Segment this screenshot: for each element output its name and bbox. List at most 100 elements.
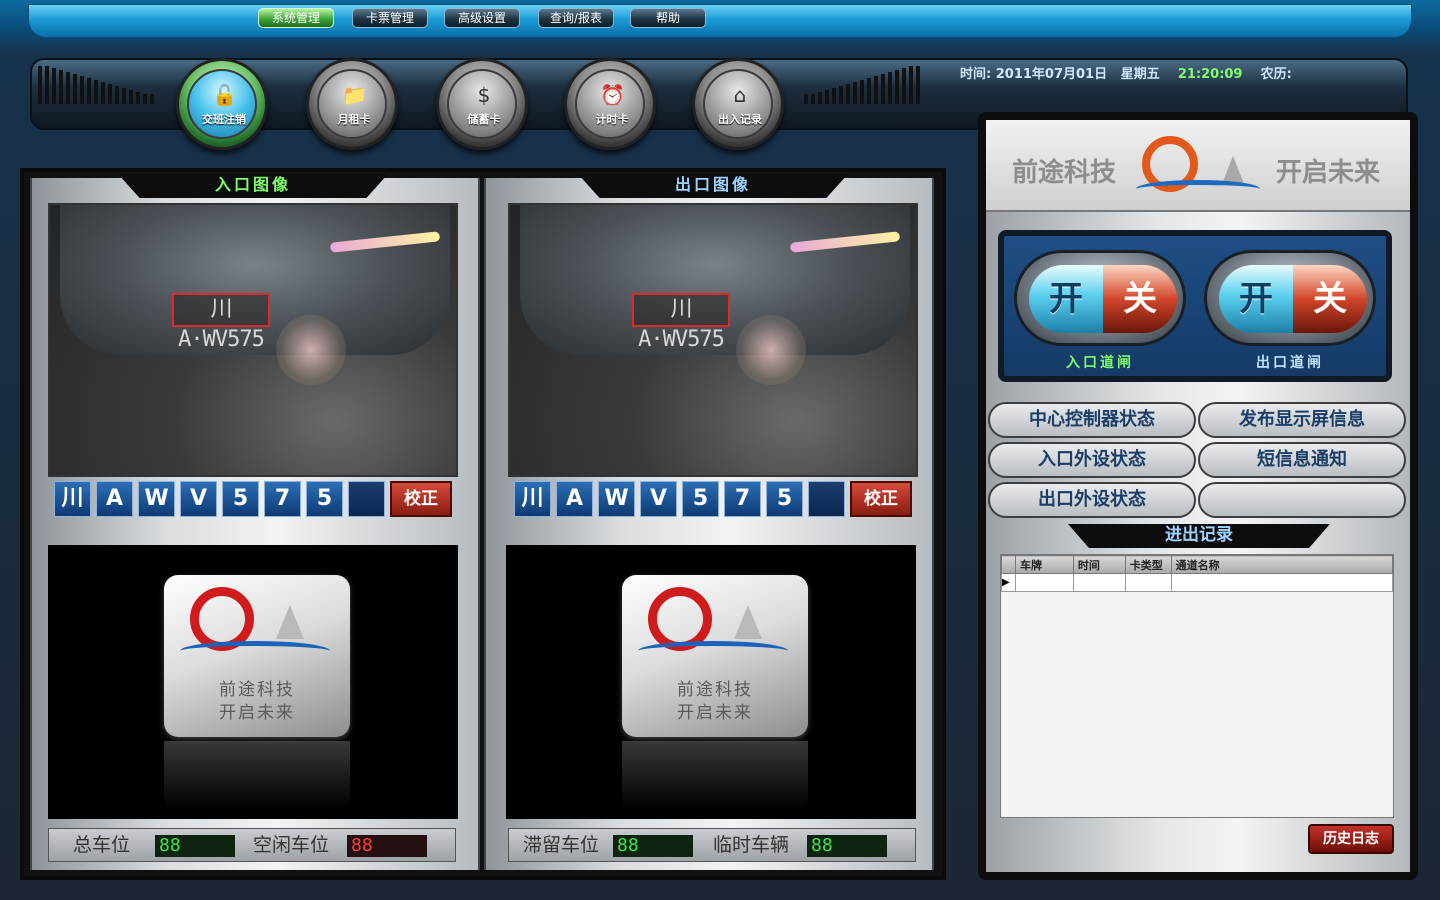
- folder-icon: 📁: [342, 83, 367, 107]
- column-card-type[interactable]: 卡类型: [1124, 555, 1172, 574]
- menu-system[interactable]: 系统管理: [258, 8, 334, 28]
- money-icon: $: [477, 83, 491, 107]
- button-face: 📁 月租卡: [317, 69, 387, 139]
- exit-camera-view: 川A·WV575: [508, 203, 918, 477]
- publish-display-info-button[interactable]: 发布显示屏信息: [1198, 402, 1406, 438]
- center-controller-status-button[interactable]: 中心控制器状态: [988, 402, 1196, 438]
- button-face: ⌂ 出入记录: [703, 69, 773, 139]
- plate-char[interactable]: 7: [264, 481, 301, 517]
- detected-plate-box: 川A·WV575: [632, 293, 730, 352]
- access-records-button[interactable]: ⌂ 出入记录: [692, 58, 784, 150]
- menu-help[interactable]: 帮助: [630, 8, 706, 28]
- table-row[interactable]: ▶: [1001, 573, 1394, 592]
- entry-gate-close-button[interactable]: 关: [1103, 265, 1177, 333]
- right-equalizer-decor: [804, 66, 923, 116]
- left-equalizer-decor: [38, 66, 157, 116]
- button-face: 🔓 交班注销: [187, 69, 257, 139]
- blank-control-button[interactable]: [1198, 482, 1406, 518]
- table-cell: [1124, 573, 1172, 592]
- records-table: 车牌 时间 卡类型 通道名称 ▶: [1001, 555, 1394, 592]
- temp-vehicles-label: 临时车辆: [713, 834, 790, 856]
- menu-advanced-settings[interactable]: 高级设置: [444, 8, 520, 28]
- menu-card-ticket[interactable]: 卡票管理: [352, 8, 428, 28]
- entry-gate-open-button[interactable]: 开: [1029, 265, 1103, 333]
- plate-char[interactable]: 川: [54, 481, 91, 517]
- plate-char[interactable]: [808, 481, 845, 517]
- sms-notify-button[interactable]: 短信息通知: [1198, 442, 1406, 478]
- plate-char[interactable]: 5: [682, 481, 719, 517]
- temp-vehicles-value: 88: [807, 835, 887, 857]
- plate-char[interactable]: W: [598, 481, 635, 517]
- monthly-card-label: 月租卡: [337, 113, 371, 126]
- clock-text: 21:20:09: [1177, 67, 1243, 82]
- company-logo: 前途科技 开启未来: [622, 575, 808, 737]
- stay-spaces-value: 88: [613, 835, 693, 857]
- exit-gate-label: 出口道闸: [1256, 355, 1324, 371]
- free-spaces-value: 88: [347, 835, 427, 857]
- table-cell: [1170, 573, 1394, 592]
- entry-camera-view: 川A·WV575: [48, 203, 458, 477]
- menu-query-report[interactable]: 查询/报表: [538, 8, 614, 28]
- plate-char[interactable]: [348, 481, 385, 517]
- column-plate[interactable]: 车牌: [1014, 555, 1074, 574]
- menu-bar: [28, 4, 1412, 38]
- entry-gate-switch: 开 关: [1014, 250, 1186, 346]
- shift-logout-button[interactable]: 🔓 交班注销: [176, 58, 268, 150]
- weekday-text: 星期五: [1120, 67, 1160, 82]
- fog-light-glow: [276, 315, 346, 385]
- plate-char[interactable]: 5: [306, 481, 343, 517]
- plate-char[interactable]: V: [180, 481, 217, 517]
- plate-char[interactable]: A: [556, 481, 593, 517]
- button-face: ⏰ 计时卡: [575, 69, 645, 139]
- clock-icon: ⏰: [600, 83, 625, 107]
- monthly-card-button[interactable]: 📁 月租卡: [306, 58, 398, 150]
- exit-device-status-button[interactable]: 出口外设状态: [988, 482, 1196, 518]
- logo-text: 前途科技 开启未来: [622, 679, 808, 725]
- plate-char[interactable]: V: [640, 481, 677, 517]
- exit-gate-close-button[interactable]: 关: [1293, 265, 1367, 333]
- column-time[interactable]: 时间: [1072, 555, 1126, 574]
- row-selector-icon: ▶: [1001, 573, 1016, 592]
- entry-correct-button[interactable]: 校正: [390, 481, 452, 517]
- timed-card-label: 计时卡: [595, 113, 629, 126]
- entry-logo-panel: 前途科技 开启未来: [48, 545, 458, 819]
- plate-char[interactable]: 5: [222, 481, 259, 517]
- stay-spaces-label: 滞留车位: [523, 834, 600, 856]
- logo-sail: [734, 605, 762, 639]
- stored-value-card-label: 储蓄卡: [467, 113, 501, 126]
- brand-logo-sail: [1222, 156, 1244, 184]
- entry-stat-bar: 总车位 88 空闲车位 88: [48, 828, 456, 862]
- plate-char[interactable]: 川: [514, 481, 551, 517]
- records-grid[interactable]: 车牌 时间 卡类型 通道名称 ▶: [1000, 554, 1394, 818]
- unlock-icon: 🔓: [212, 83, 237, 107]
- plate-char[interactable]: 7: [724, 481, 761, 517]
- plate-char[interactable]: A: [96, 481, 133, 517]
- logo-line1: 前途科技: [677, 680, 753, 700]
- history-log-button[interactable]: 历史日志: [1308, 824, 1394, 854]
- table-cell: [1014, 573, 1074, 592]
- timed-card-button[interactable]: ⏰ 计时卡: [564, 58, 656, 150]
- total-spaces-label: 总车位: [73, 834, 131, 856]
- free-spaces-label: 空闲车位: [253, 834, 330, 856]
- plate-char[interactable]: W: [138, 481, 175, 517]
- exit-logo-panel: 前途科技 开启未来: [506, 545, 916, 819]
- entry-image-title: 入口图像: [118, 174, 388, 198]
- logo-sail: [276, 605, 304, 639]
- exit-correct-button[interactable]: 校正: [850, 481, 912, 517]
- exit-gate-open-button[interactable]: 开: [1219, 265, 1293, 333]
- logo-wave: [180, 641, 330, 661]
- datetime-display: 时间: 2011年07月01日 星期五 21:20:09 农历:: [960, 64, 1400, 86]
- entry-device-status-button[interactable]: 入口外设状态: [988, 442, 1196, 478]
- records-title: 进出记录: [1068, 524, 1330, 548]
- lunar-label: 农历:: [1260, 67, 1292, 82]
- column-channel-name[interactable]: 通道名称: [1170, 555, 1394, 574]
- detected-plate-box: 川A·WV575: [172, 293, 270, 352]
- exit-image-title: 出口图像: [578, 174, 848, 198]
- logo-line2: 开启未来: [677, 703, 753, 723]
- brand-logo-wave: [1136, 180, 1260, 198]
- stored-value-card-button[interactable]: $ 储蓄卡: [436, 58, 528, 150]
- fog-light-glow: [736, 315, 806, 385]
- plate-char[interactable]: 5: [766, 481, 803, 517]
- logo-reflection: [164, 741, 350, 811]
- time-label: 时间:: [960, 67, 992, 82]
